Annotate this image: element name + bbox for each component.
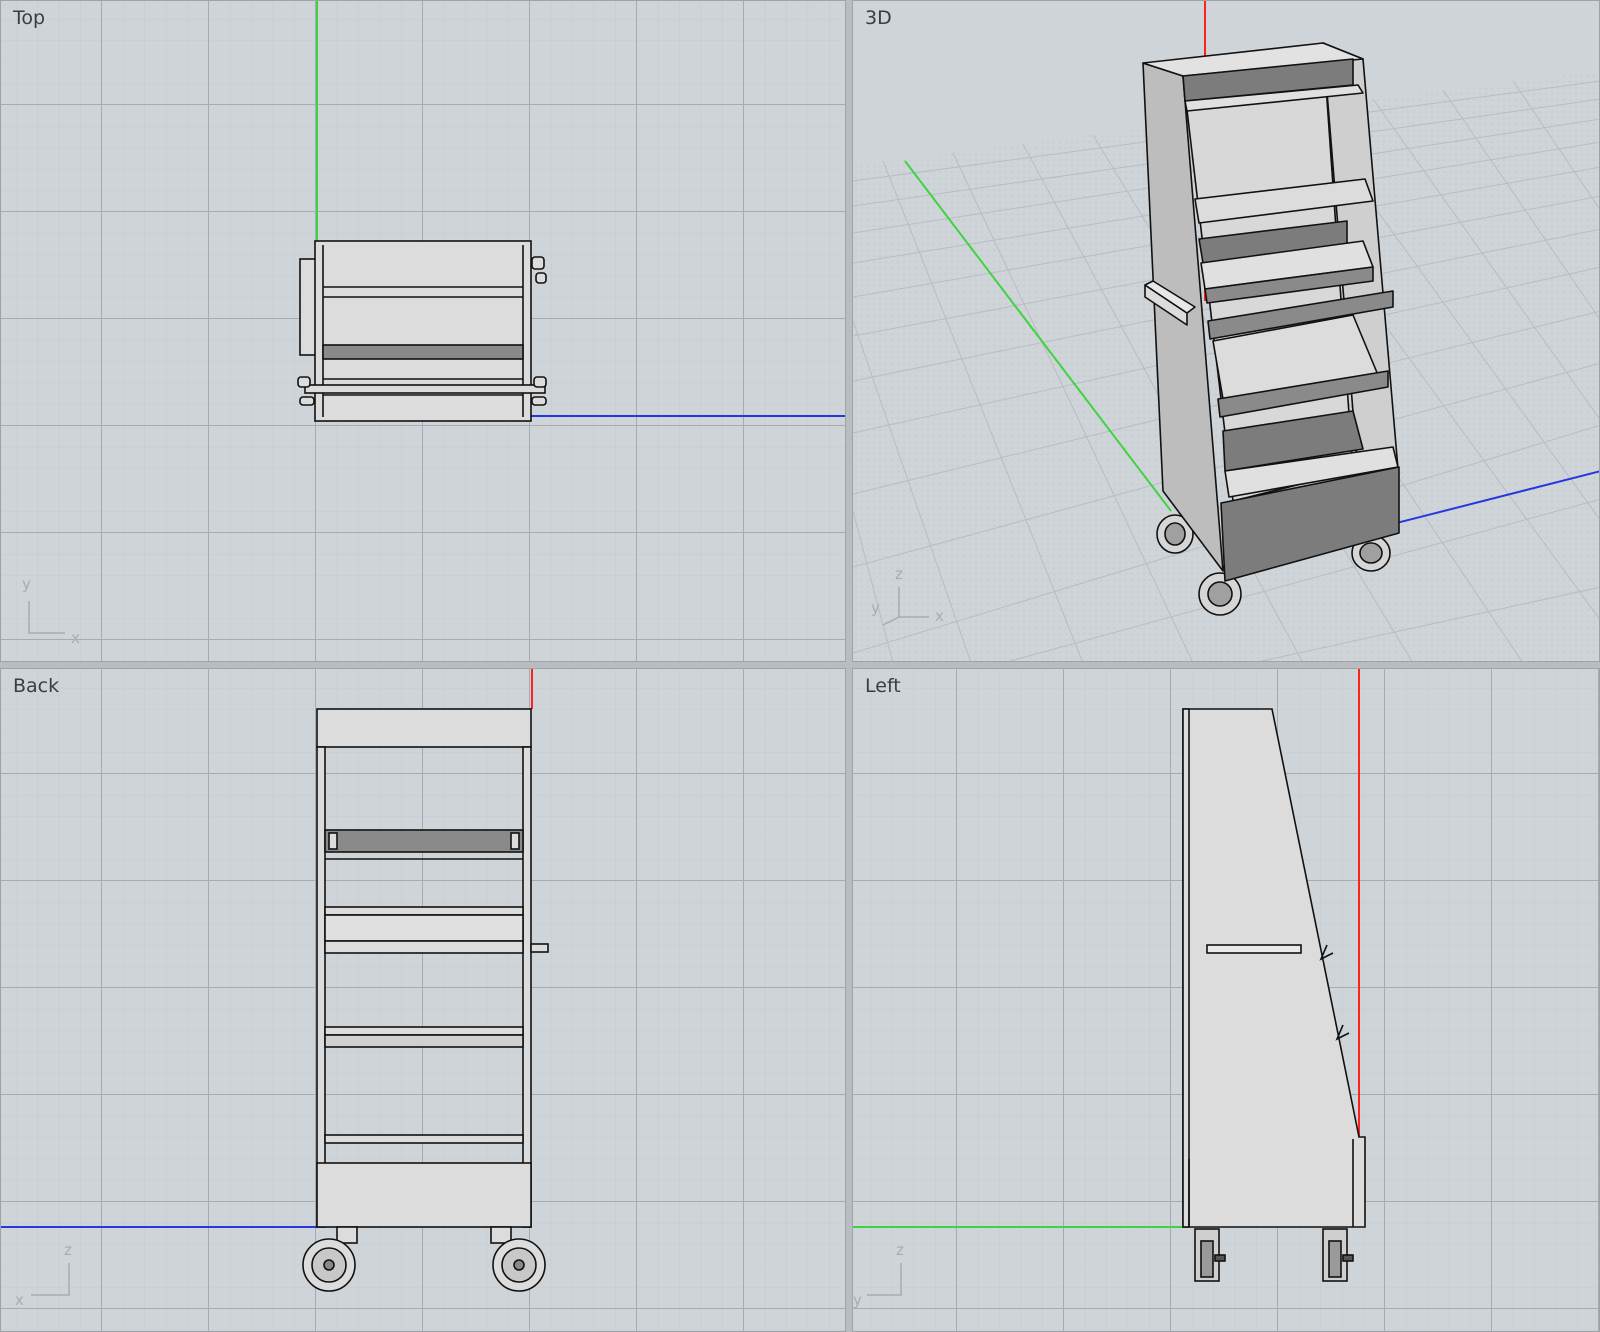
cart-3d-model [1142, 42, 1400, 616]
axis-indicator-label: z [895, 565, 903, 583]
viewport-left[interactable]: z y Left [852, 668, 1600, 1332]
axis-indicator-label: y [871, 599, 880, 617]
axis-indicator-label: x [71, 629, 80, 647]
perspective-view-canvas: z y x [853, 1, 1599, 661]
cart-top-model [297, 240, 547, 422]
left-view-canvas: z y [853, 669, 1599, 1331]
axis-indicator-label: x [15, 1291, 24, 1309]
axis-indicator-label: y [22, 575, 31, 593]
viewport-title[interactable]: Back [13, 675, 59, 697]
axis-indicator-label: x [935, 607, 944, 625]
axis-indicator-label: y [853, 1291, 862, 1309]
viewport-title[interactable]: Top [13, 7, 45, 29]
axis-indicator-label: z [896, 1241, 904, 1259]
viewport-3d[interactable]: z y x 3D [852, 0, 1600, 662]
viewport-title[interactable]: 3D [865, 7, 892, 29]
top-view-canvas: y x [1, 1, 845, 661]
viewport-back[interactable]: z x Back [0, 668, 846, 1332]
viewport-top[interactable]: y x Top [0, 0, 846, 662]
viewport-title[interactable]: Left [865, 675, 901, 697]
axis-indicator-label: z [64, 1241, 72, 1259]
back-view-canvas: z x [1, 669, 845, 1331]
